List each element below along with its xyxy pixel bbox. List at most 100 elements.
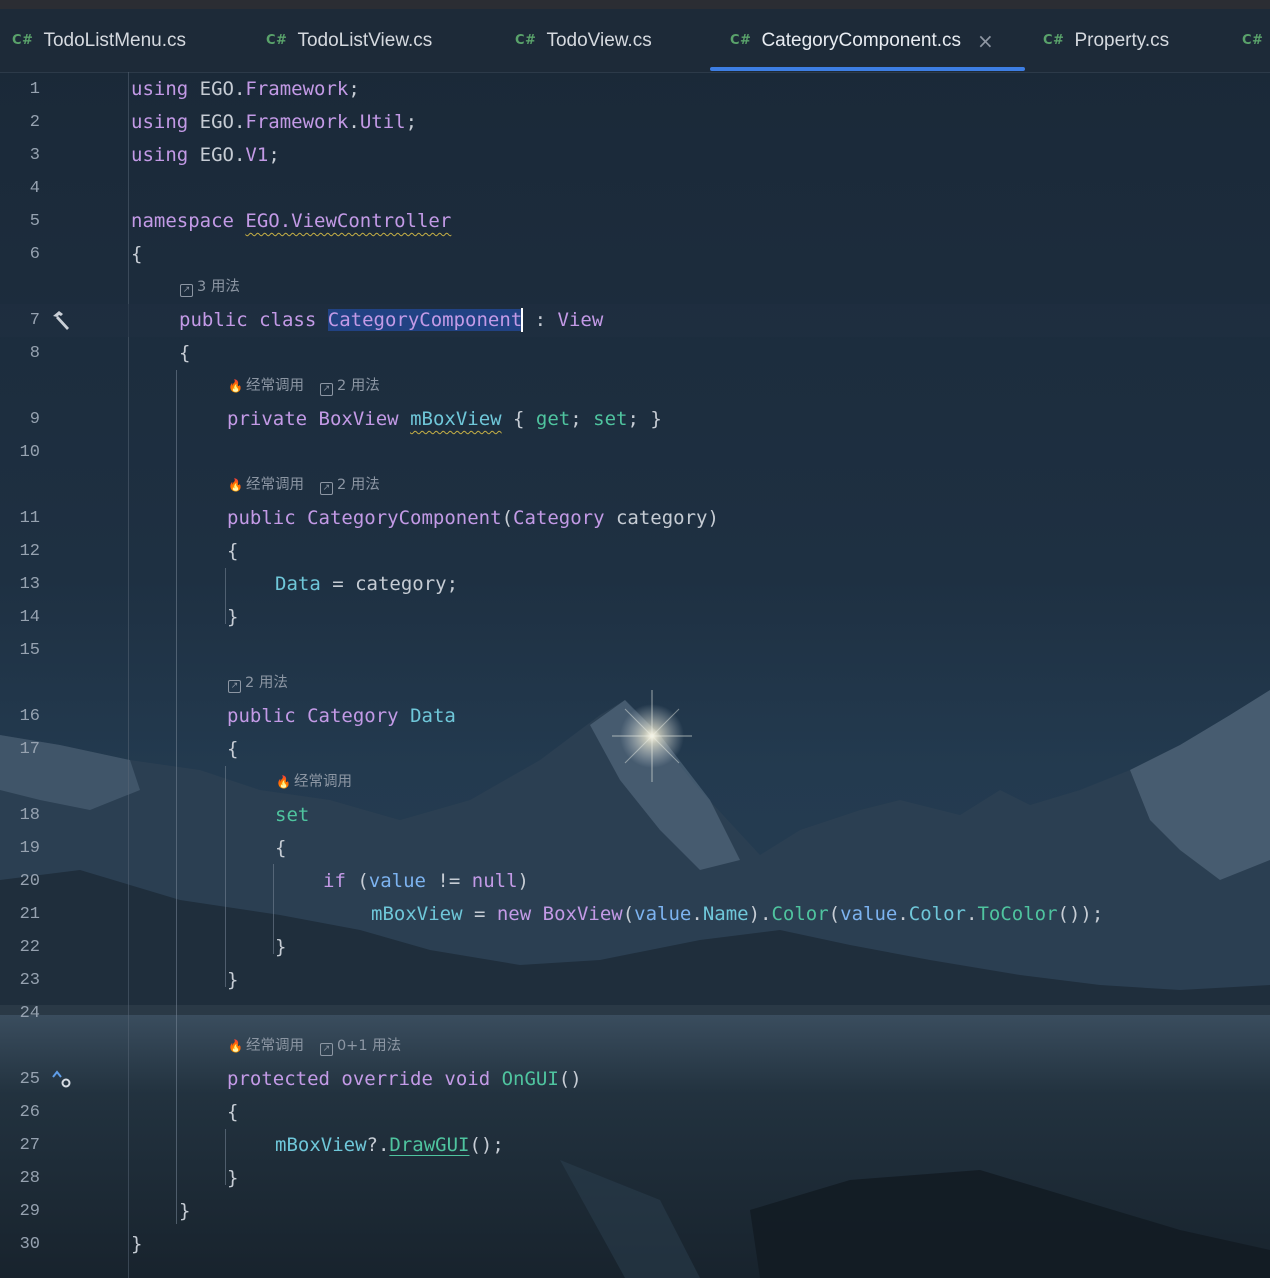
csharp-file-icon: C#	[12, 33, 34, 48]
line-number: 30	[19, 1235, 40, 1254]
tab-label: TodoListMenu.cs	[43, 29, 187, 51]
code-text: {	[131, 243, 143, 265]
code-line: 22 }	[0, 931, 1270, 964]
text-cursor	[521, 307, 524, 332]
code-text: }	[227, 1167, 239, 1189]
line-number: 9	[29, 410, 40, 429]
code-line: 27 mBoxView?.DrawGUI();	[0, 1129, 1270, 1162]
tab-todolistmenu[interactable]: C# TodoListMenu.cs	[12, 9, 186, 72]
flame-icon: 🔥	[228, 379, 243, 393]
code-text: }	[227, 969, 239, 991]
usages-link-icon: ↗	[319, 482, 333, 495]
line-number: 8	[29, 344, 40, 363]
code-text: if (value != null)	[323, 870, 529, 892]
line-number: 16	[19, 707, 40, 726]
line-number: 6	[29, 245, 40, 264]
line-number: 25	[19, 1070, 40, 1089]
tab-property[interactable]: C# Property.cs	[1043, 9, 1169, 72]
code-line: 28 }	[0, 1162, 1270, 1195]
tab-label: CategoryComponent.cs	[761, 29, 962, 51]
code-text: public CategoryComponent(Category catego…	[227, 507, 719, 529]
selected-class-name: CategoryComponent	[327, 309, 523, 331]
line-number: 19	[19, 839, 40, 858]
line-number: 3	[29, 146, 40, 165]
namespace-warning: EGO.ViewController	[245, 210, 452, 232]
code-line: 6 {	[0, 238, 1270, 271]
code-text: public Category Data	[227, 705, 456, 727]
flame-icon: 🔥	[228, 1039, 243, 1053]
usages-hint[interactable]: 🔥 经常调用	[276, 766, 352, 799]
code-line: 8 {	[0, 337, 1270, 370]
tab-label: TodoView.cs	[546, 29, 652, 51]
close-tab-icon[interactable]: ×	[977, 29, 994, 53]
csharp-file-icon: C#	[1242, 33, 1264, 48]
code-editor[interactable]: 1 using EGO.Framework; 2 using EGO.Frame…	[0, 72, 1270, 1278]
code-text: set	[275, 804, 310, 826]
usages-hint[interactable]: 🔥 经常调用 ↗ 2 用法	[228, 370, 380, 403]
line-number: 14	[19, 608, 40, 627]
line-number: 2	[29, 113, 40, 132]
code-line: 26 {	[0, 1096, 1270, 1129]
code-line: 13 Data = category;	[0, 568, 1270, 601]
code-text: using EGO.V1;	[131, 144, 280, 166]
line-number: 27	[19, 1136, 40, 1155]
tab-todoview[interactable]: C# TodoView.cs	[515, 9, 652, 72]
code-line: 29 }	[0, 1195, 1270, 1228]
usages-hint[interactable]: ↗ 3 用法	[180, 271, 240, 304]
code-line: 24	[0, 997, 1270, 1030]
code-text: {	[227, 738, 239, 760]
tab-label: Property.cs	[1074, 29, 1170, 51]
code-line: 16 public Category Data	[0, 700, 1270, 733]
code-line: 15	[0, 634, 1270, 667]
line-number: 7	[29, 311, 40, 330]
line-number: 10	[19, 443, 40, 462]
code-line: 19 {	[0, 832, 1270, 865]
tab-categorycomponent[interactable]: C# CategoryComponent.cs ×	[730, 9, 994, 72]
line-number: 15	[19, 641, 40, 660]
flame-icon: 🔥	[276, 775, 291, 789]
code-text: }	[227, 606, 239, 628]
usages-hint[interactable]: ↗ 2 用法	[228, 667, 288, 700]
usages-hint[interactable]: 🔥 经常调用 ↗ 0+1 用法	[228, 1030, 401, 1063]
code-text: Data = category;	[275, 573, 459, 595]
code-line: 14 }	[0, 601, 1270, 634]
hammer-icon[interactable]	[50, 310, 72, 332]
code-text: {	[227, 1101, 239, 1123]
code-line: 21 mBoxView = new BoxView(value.Name).Co…	[0, 898, 1270, 931]
code-text: }	[131, 1233, 143, 1255]
line-number: 24	[19, 1004, 40, 1023]
csharp-file-icon: C#	[515, 33, 537, 48]
override-up-arrow-icon[interactable]	[50, 1068, 74, 1092]
code-text: private BoxView mBoxView { get; set; }	[227, 408, 662, 430]
code-line: 17 {	[0, 733, 1270, 766]
code-line: 4	[0, 172, 1270, 205]
line-number: 21	[19, 905, 40, 924]
code-line: 9 private BoxView mBoxView { get; set; }	[0, 403, 1270, 436]
line-number: 26	[19, 1103, 40, 1122]
usages-link-icon: ↗	[319, 1043, 333, 1056]
code-line: 5 namespace EGO.ViewController	[0, 205, 1270, 238]
code-line: 3 using EGO.V1;	[0, 139, 1270, 172]
code-text: mBoxView = new BoxView(value.Name).Color…	[371, 903, 1104, 925]
csharp-file-icon: C#	[1043, 33, 1065, 48]
tab-label: TodoListView.cs	[297, 29, 433, 51]
line-number: 13	[19, 575, 40, 594]
tab-overflow-partial[interactable]: C#	[1242, 9, 1270, 72]
usages-hint[interactable]: 🔥 经常调用 ↗ 2 用法	[228, 469, 380, 502]
line-number: 1	[29, 80, 40, 99]
line-number: 17	[19, 740, 40, 759]
code-text: {	[179, 342, 191, 364]
code-line: 10	[0, 436, 1270, 469]
flame-icon: 🔥	[228, 478, 243, 492]
code-text: {	[275, 837, 287, 859]
code-line: 2 using EGO.Framework.Util;	[0, 106, 1270, 139]
code-text: mBoxView?.DrawGUI();	[275, 1134, 504, 1156]
line-number: 28	[19, 1169, 40, 1188]
active-tab-indicator	[710, 67, 1025, 71]
line-number: 18	[19, 806, 40, 825]
code-text: protected override void OnGUI()	[227, 1068, 582, 1090]
tab-todolistview[interactable]: C# TodoListView.cs	[266, 9, 432, 72]
code-line: 23 }	[0, 964, 1270, 997]
csharp-file-icon: C#	[266, 33, 288, 48]
code-text: {	[227, 540, 239, 562]
